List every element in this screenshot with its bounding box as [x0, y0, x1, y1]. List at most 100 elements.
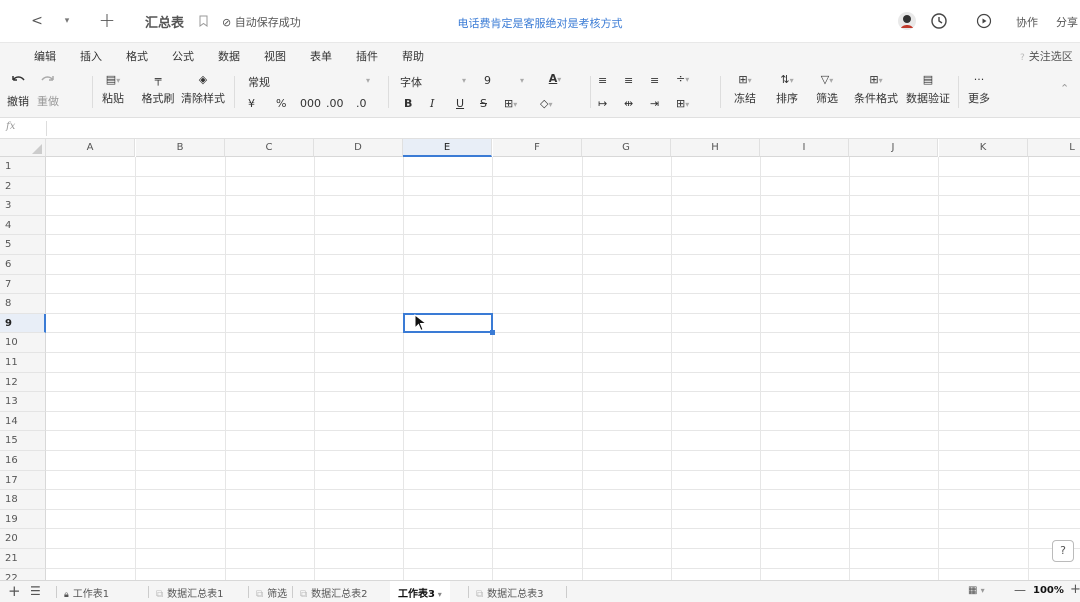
avatar[interactable]: [897, 11, 917, 31]
data-validation-button[interactable]: ▤ 数据验证: [904, 74, 952, 106]
row-header-8[interactable]: 8: [0, 294, 46, 314]
font-size-select[interactable]: 9 ▾: [484, 74, 528, 87]
conditional-format-button[interactable]: ⊞▾ 条件格式: [852, 74, 900, 106]
sheet-tab[interactable]: ⧉ 数据汇总表1: [156, 585, 224, 600]
percent-button[interactable]: %: [276, 97, 286, 110]
menu-form[interactable]: 表单: [310, 48, 332, 64]
view-mode-icon[interactable]: ▦ ▾: [968, 585, 985, 596]
collapse-toolbar-icon[interactable]: ⌃: [1060, 82, 1069, 95]
font-family-select[interactable]: 字体 ▾: [400, 74, 472, 90]
bookmark-icon[interactable]: [198, 14, 208, 27]
align-right-icon[interactable]: ≡: [650, 74, 659, 87]
add-sheet-button[interactable]: +: [8, 582, 21, 600]
row-header-10[interactable]: 10: [0, 333, 46, 353]
sheet-tab[interactable]: 工作表3 ▾: [390, 581, 450, 602]
menu-plugin[interactable]: 插件: [356, 48, 378, 64]
column-header-e[interactable]: E: [403, 139, 492, 157]
sheet-tab[interactable]: ⧉ 数据汇总表2: [300, 585, 368, 600]
history-clock-icon[interactable]: [929, 11, 949, 31]
column-header-l[interactable]: L: [1028, 139, 1080, 157]
more-button[interactable]: ··· 更多: [966, 74, 992, 106]
freeze-button[interactable]: ⊞▾ 冻结: [730, 74, 760, 106]
row-header-1[interactable]: 1: [0, 157, 46, 177]
sheet-tab[interactable]: ⧉ 数据汇总表3: [476, 585, 544, 600]
row-header-4[interactable]: 4: [0, 215, 46, 236]
row-header-7[interactable]: 7: [0, 274, 46, 295]
increase-decimal-button[interactable]: .00: [326, 97, 344, 110]
align-center-icon[interactable]: ≡: [624, 74, 633, 87]
column-header-k[interactable]: K: [939, 139, 1028, 157]
row-header-5[interactable]: 5: [0, 235, 46, 255]
row-header-16[interactable]: 16: [0, 451, 46, 471]
document-title[interactable]: 汇总表: [145, 12, 184, 31]
sheet-tab[interactable]: ⧉ 筛选: [256, 585, 287, 600]
font-color-button[interactable]: A▾: [540, 72, 570, 85]
focus-selection-button[interactable]: ? 关注选区: [1020, 48, 1073, 64]
sheet-tab[interactable]: 🔒︎ 工作表1: [64, 585, 109, 600]
fill-color-icon[interactable]: ◇▾: [540, 97, 552, 110]
format-painter-button[interactable]: ╤ 格式刷: [140, 74, 176, 106]
menu-data[interactable]: 数据: [218, 48, 240, 64]
present-play-icon[interactable]: [974, 11, 994, 31]
thousands-separator-button[interactable]: 000: [300, 97, 321, 110]
undo-button[interactable]: 撤销: [4, 74, 32, 109]
zoom-in-button[interactable]: +: [1070, 582, 1080, 597]
column-header-h[interactable]: H: [671, 139, 760, 157]
fill-handle[interactable]: [490, 330, 495, 336]
align-left-icon[interactable]: ≡: [598, 74, 607, 87]
back-button[interactable]: <: [28, 12, 46, 30]
spreadsheet-grid[interactable]: A B C D E F G H I J K L 1 2 3 4 5 6 7 8 9 10 11 12 13 14 15 16 17 18 1…: [0, 139, 1080, 580]
sort-button[interactable]: ⇅▾ 排序: [772, 74, 802, 106]
merge-cells-icon[interactable]: ⊞▾: [676, 97, 689, 110]
redo-button[interactable]: 重做: [34, 74, 62, 109]
row-header-20[interactable]: 20: [0, 529, 46, 549]
borders-icon[interactable]: ⊞▾: [504, 97, 517, 110]
strikethrough-button[interactable]: S: [480, 97, 487, 110]
menu-format[interactable]: 格式: [126, 48, 148, 64]
row-header-21[interactable]: 21: [0, 549, 46, 569]
chevron-down-icon[interactable]: ▾: [435, 590, 442, 599]
collaborate-button[interactable]: 协作: [1016, 14, 1038, 30]
row-header-12[interactable]: 12: [0, 372, 46, 393]
row-header-9[interactable]: 9: [0, 313, 46, 334]
menu-edit[interactable]: 编辑: [34, 48, 56, 64]
menu-formula[interactable]: 公式: [172, 48, 194, 64]
row-header-13[interactable]: 13: [0, 392, 46, 412]
number-format-select[interactable]: 常规 ▾: [248, 74, 378, 90]
row-header-18[interactable]: 18: [0, 490, 46, 510]
row-header-15[interactable]: 15: [0, 431, 46, 451]
row-header-17[interactable]: 17: [0, 470, 46, 491]
currency-button[interactable]: ¥: [248, 97, 255, 110]
bold-button[interactable]: B: [404, 97, 412, 110]
row-header-19[interactable]: 19: [0, 509, 46, 530]
history-dropdown-button[interactable]: ▾: [60, 12, 74, 30]
row-header-14[interactable]: 14: [0, 411, 46, 432]
share-button[interactable]: 分享: [1056, 14, 1078, 30]
paste-button[interactable]: ▤▾ 粘贴: [98, 74, 128, 106]
column-header-g[interactable]: G: [582, 139, 671, 157]
sheet-list-icon[interactable]: ☰: [30, 584, 41, 598]
help-button[interactable]: ?: [1052, 540, 1074, 562]
italic-button[interactable]: I: [430, 97, 434, 110]
column-header-b[interactable]: B: [136, 139, 225, 157]
row-header-6[interactable]: 6: [0, 255, 46, 275]
menu-view[interactable]: 视图: [264, 48, 286, 64]
new-document-button[interactable]: +: [96, 8, 118, 32]
column-header-f[interactable]: F: [493, 139, 582, 157]
row-header-3[interactable]: 3: [0, 196, 46, 216]
select-all-corner[interactable]: [0, 139, 46, 157]
indent-icon[interactable]: ↦: [598, 97, 607, 110]
column-header-a[interactable]: A: [46, 139, 135, 157]
clear-format-button[interactable]: ◈ 清除样式: [180, 74, 226, 106]
column-header-c[interactable]: C: [225, 139, 314, 157]
menu-help[interactable]: 帮助: [402, 48, 424, 64]
row-header-2[interactable]: 2: [0, 176, 46, 197]
column-header-j[interactable]: J: [849, 139, 938, 157]
decrease-decimal-button[interactable]: .0: [356, 97, 367, 110]
underline-button[interactable]: U: [456, 97, 464, 110]
column-header-i[interactable]: I: [760, 139, 849, 157]
row-header-22[interactable]: 22: [0, 568, 46, 580]
wrap-text-icon[interactable]: ⇥: [650, 97, 659, 110]
zoom-out-button[interactable]: —: [1014, 583, 1026, 597]
formula-input[interactable]: [48, 118, 1078, 138]
